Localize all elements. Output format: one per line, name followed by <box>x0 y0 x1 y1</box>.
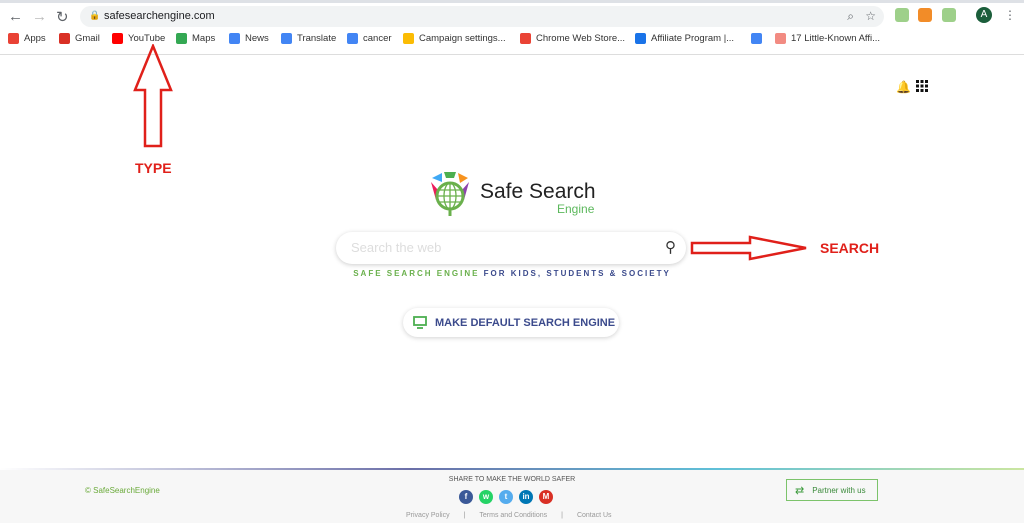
footer-link[interactable]: Terms and Conditions <box>479 512 547 519</box>
linkedin-icon[interactable]: in <box>519 490 533 504</box>
arrow-up-annotation <box>133 44 173 148</box>
bookmark-icon <box>347 33 358 44</box>
link-separator: | <box>463 512 466 519</box>
star-icon[interactable]: ☆ <box>865 9 876 23</box>
bookmark-label: 17 Little-Known Affi... <box>791 33 881 44</box>
safe-search-logo <box>431 172 469 216</box>
bookmark-icon <box>751 33 762 44</box>
bookmark-label: News <box>245 33 269 44</box>
partner-label: Partner with us <box>812 485 866 495</box>
bookmark-item[interactable]: Chrome Web Store... <box>520 33 625 44</box>
tagline-blue: FOR KIDS, STUDENTS & SOCIETY <box>483 269 671 278</box>
bookmark-icon <box>520 33 531 44</box>
brand-name: Safe Search <box>480 180 596 203</box>
twitter-icon[interactable]: t <box>499 490 513 504</box>
search-annotation: SEARCH <box>820 240 880 256</box>
tagline-green: SAFE SEARCH ENGINE <box>353 269 480 278</box>
bell-icon[interactable]: 🔔 <box>896 80 911 94</box>
bookmark-item[interactable]: 17 Little-Known Affi... <box>775 33 880 44</box>
type-annotation: TYPE <box>135 160 172 176</box>
social-links: f w t in M <box>459 490 553 504</box>
apps-grid-icon[interactable] <box>916 80 928 92</box>
footer-link[interactable]: Privacy Policy <box>406 512 450 519</box>
bookmark-icon <box>281 33 292 44</box>
bookmark-icon <box>8 33 19 44</box>
bookmark-icon <box>59 33 70 44</box>
bookmark-icon <box>775 33 786 44</box>
bookmark-label: Campaign settings... <box>419 33 506 44</box>
bookmark-label: Gmail <box>75 33 100 44</box>
bookmark-icon <box>229 33 240 44</box>
bookmark-label: Maps <box>192 33 216 44</box>
partner-button[interactable]: ⇄ Partner with us <box>786 479 878 501</box>
search-box: ⚲ <box>336 232 686 264</box>
bookmark-item[interactable]: Gmail <box>59 33 100 44</box>
bookmark-icon <box>403 33 414 44</box>
search-icon[interactable]: ⚲ <box>665 238 676 256</box>
extension-shield-icon[interactable] <box>895 8 909 22</box>
bookmark-label: Chrome Web Store... <box>536 33 626 44</box>
footer-link[interactable]: Contact Us <box>577 512 612 519</box>
handshake-icon: ⇄ <box>795 484 805 497</box>
bookmark-label: cancer <box>363 33 392 44</box>
extension-off-icon[interactable] <box>918 8 932 22</box>
footer-links: Privacy Policy | Terms and Conditions | Cont… <box>406 512 612 519</box>
search-input[interactable] <box>351 240 641 255</box>
bookmark-item[interactable]: YouTube <box>112 33 165 44</box>
bookmark-icon <box>635 33 646 44</box>
bookmark-item[interactable]: cancer <box>347 33 392 44</box>
make-default-label: MAKE DEFAULT SEARCH ENGINE <box>435 316 616 329</box>
footer: © SafeSearchEngine SHARE TO MAKE THE WOR… <box>0 468 1024 523</box>
bookmark-icon <box>176 33 187 44</box>
copyright: © SafeSearchEngine <box>85 486 160 495</box>
bookmark-item[interactable] <box>751 33 762 44</box>
bookmark-label: Affiliate Program |... <box>651 33 735 44</box>
bookmark-icon <box>112 33 123 44</box>
make-default-button[interactable]: MAKE DEFAULT SEARCH ENGINE <box>403 308 619 337</box>
bookmark-item[interactable]: Apps <box>8 33 46 44</box>
tagline: SAFE SEARCH ENGINE FOR KIDS, STUDENTS & … <box>0 269 1024 278</box>
gmail-icon[interactable]: M <box>539 490 553 504</box>
bookmark-item[interactable]: Translate <box>281 33 336 44</box>
extension-shield-icon[interactable] <box>942 8 956 22</box>
forward-icon[interactable]: → <box>32 8 47 25</box>
bookmark-label: Translate <box>297 33 337 44</box>
menu-kebab-icon[interactable]: ⋮ <box>1004 8 1016 22</box>
arrow-right-annotation <box>690 235 807 261</box>
address-bar[interactable]: 🔒 safesearchengine.com ⌕ ☆ <box>80 6 884 27</box>
reload-icon[interactable]: ↻ <box>56 8 69 26</box>
brand-subtitle: Engine <box>557 202 595 216</box>
bookmark-label: Apps <box>24 33 46 44</box>
lock-icon: 🔒 <box>89 10 101 20</box>
bookmark-item[interactable]: Affiliate Program |... <box>635 33 734 44</box>
facebook-icon[interactable]: f <box>459 490 473 504</box>
monitor-icon <box>413 316 427 329</box>
bookmark-item[interactable]: News <box>229 33 269 44</box>
bookmark-item[interactable]: Campaign settings... <box>403 33 506 44</box>
url-text: safesearchengine.com <box>104 10 215 22</box>
bookmark-label: YouTube <box>128 33 166 44</box>
profile-avatar[interactable]: A <box>976 7 992 23</box>
link-separator: | <box>561 512 563 519</box>
whatsapp-icon[interactable]: w <box>479 490 493 504</box>
back-icon[interactable]: ← <box>8 8 23 25</box>
bookmark-item[interactable]: Maps <box>176 33 215 44</box>
zoom-icon[interactable]: ⌕ <box>847 9 854 24</box>
